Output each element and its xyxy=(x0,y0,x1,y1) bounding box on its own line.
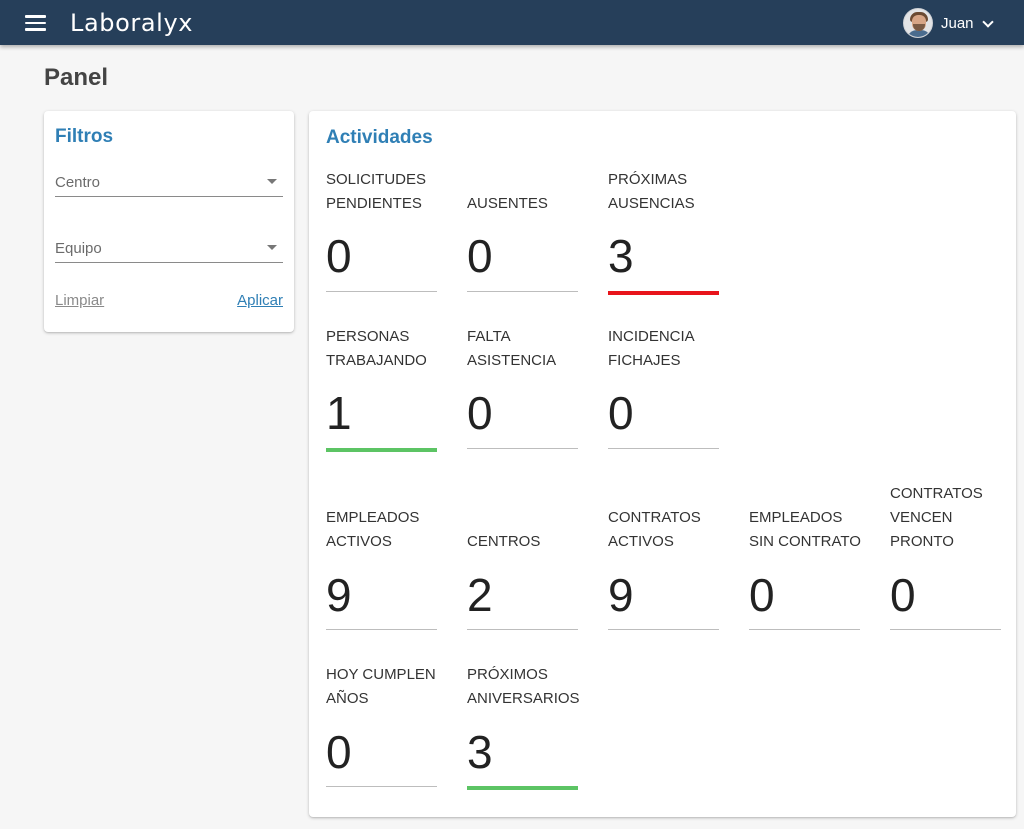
stat-label: EMPLEADOS SIN CONTRATO xyxy=(749,509,861,550)
activities-card: Actividades SOLICITUDES PENDIENTES 0 AUSEN… xyxy=(309,111,1016,817)
stat-value: 0 xyxy=(467,230,493,282)
apply-filters-link[interactable]: Aplicar xyxy=(237,292,283,309)
stat-label: PERSONAS TRABAJANDO xyxy=(326,328,427,369)
centro-select-label: Centro xyxy=(55,174,101,191)
stat-label: AUSENTES xyxy=(467,195,548,212)
stat-label: PRÓXIMOS ANIVERSARIOS xyxy=(467,666,580,707)
stat-indicator-bar xyxy=(608,448,719,449)
centro-select[interactable]: Centro xyxy=(55,167,283,197)
stat-value: 1 xyxy=(326,387,352,439)
stat-label: HOY CUMPLEN AÑOS xyxy=(326,666,436,707)
stat-value: 9 xyxy=(608,569,634,621)
brand-logo[interactable]: Laboralyx xyxy=(70,9,193,37)
stat-value: 0 xyxy=(326,726,352,778)
filters-card: Filtros Centro Equipo Limpiar Aplicar xyxy=(44,111,294,332)
stat-indicator-bar xyxy=(467,448,578,449)
dropdown-arrow-icon xyxy=(267,179,277,184)
menu-icon[interactable] xyxy=(24,14,48,32)
stat-indicator-bar xyxy=(467,786,578,790)
stat-indicator-bar xyxy=(608,291,719,295)
stat-value: 0 xyxy=(608,387,634,439)
equipo-select[interactable]: Equipo xyxy=(55,233,283,263)
filters-title: Filtros xyxy=(55,126,114,147)
stat-indicator-bar xyxy=(608,629,719,630)
stat-label: SOLICITUDES PENDIENTES xyxy=(326,171,427,212)
stat-value: 9 xyxy=(326,569,352,621)
stat-value: 0 xyxy=(467,387,493,439)
stat-indicator-bar xyxy=(326,786,437,787)
stat-indicator-bar xyxy=(467,629,578,630)
stat-value: 3 xyxy=(608,230,634,282)
stat-label: FALTA ASISTENCIA xyxy=(467,328,557,369)
stat-value: 3 xyxy=(467,726,493,778)
page-title: Panel xyxy=(44,64,109,91)
stat-indicator-bar xyxy=(890,629,1001,630)
stat-indicator-bar xyxy=(326,448,437,452)
dropdown-arrow-icon xyxy=(267,245,277,250)
stat-value: 0 xyxy=(749,569,775,621)
clear-filters-link[interactable]: Limpiar xyxy=(55,292,104,309)
stat-value: 0 xyxy=(890,569,916,621)
stat-label: CENTROS xyxy=(467,533,541,550)
stat-label: CONTRATOS VENCEN PRONTO xyxy=(890,485,983,550)
avatar xyxy=(903,8,933,38)
stat-label: PRÓXIMAS AUSENCIAS xyxy=(608,171,695,212)
chevron-down-icon xyxy=(982,17,994,29)
stat-indicator-bar xyxy=(467,291,578,292)
stat-value: 2 xyxy=(467,569,493,621)
stat-indicator-bar xyxy=(326,629,437,630)
stat-label: EMPLEADOS ACTIVOS xyxy=(326,509,420,550)
user-name: Juan xyxy=(941,14,974,32)
equipo-select-label: Equipo xyxy=(55,240,102,257)
stat-label: INCIDENCIA FICHAJES xyxy=(608,328,694,369)
stat-label: CONTRATOS ACTIVOS xyxy=(608,509,701,550)
stat-value: 0 xyxy=(326,230,352,282)
activities-title: Actividades xyxy=(326,127,433,148)
top-app-bar: Laboralyx Juan xyxy=(0,0,1024,45)
stat-indicator-bar xyxy=(326,291,437,292)
user-menu[interactable]: Juan xyxy=(903,7,994,39)
stat-indicator-bar xyxy=(749,629,860,630)
